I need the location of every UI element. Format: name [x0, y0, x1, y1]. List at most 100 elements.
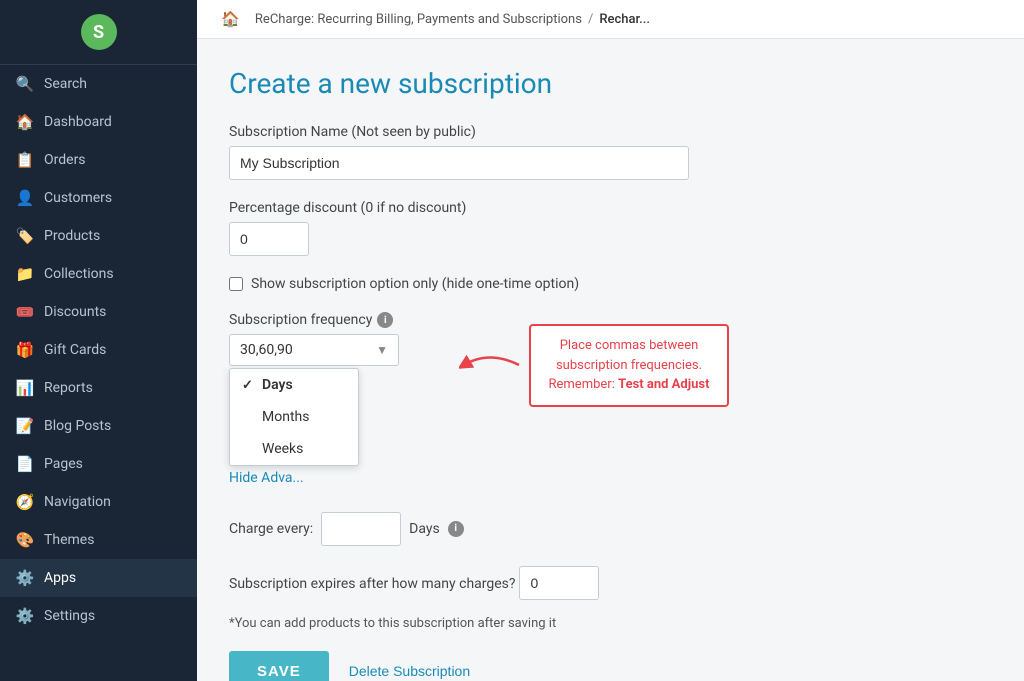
expire-section: Subscription expires after how many char…	[229, 566, 992, 600]
frequency-input-text: 30,60,90	[240, 342, 376, 358]
sidebar-logo: S	[0, 0, 197, 65]
frequency-section: Subscription frequency i 30,60,90 ▼ ✓ Da…	[229, 312, 992, 407]
reports-icon: 📊	[16, 379, 34, 397]
customers-icon: 👤	[16, 189, 34, 207]
charge-label: Charge every:	[229, 521, 313, 537]
breadcrumb: 🏠 ReCharge: Recurring Billing, Payments …	[197, 0, 1024, 39]
sidebar-item-apps[interactable]: ⚙️ Apps	[0, 559, 197, 597]
button-row: SAVE Delete Subscription	[229, 651, 992, 681]
dropdown-weeks-label: Weeks	[262, 441, 303, 457]
sidebar-item-collections[interactable]: 📁 Collections	[0, 255, 197, 293]
tooltip-text-2: Remember:	[549, 377, 615, 392]
pages-icon: 📄	[16, 455, 34, 473]
frequency-input-box[interactable]: 30,60,90 ▼	[229, 334, 399, 366]
sidebar-item-search[interactable]: 🔍 Search	[0, 65, 197, 103]
checkbox-row: Show subscription option only (hide one-…	[229, 276, 992, 292]
dropdown-months-label: Months	[262, 409, 309, 425]
products-label: Products	[44, 228, 100, 244]
reports-label: Reports	[44, 380, 93, 396]
breadcrumb-current: Rechar...	[599, 12, 650, 27]
search-label: Search	[44, 76, 87, 92]
orders-icon: 📋	[16, 151, 34, 169]
discount-group: Percentage discount (0 if no discount)	[229, 200, 992, 256]
subscription-name-label: Subscription Name (Not seen by public)	[229, 124, 992, 140]
collections-label: Collections	[44, 266, 114, 282]
note-text: *You can add products to this subscripti…	[229, 616, 992, 631]
checkmark-empty	[242, 410, 256, 425]
tooltip-wrapper: Place commas between subscription freque…	[429, 334, 729, 407]
products-icon: 🏷️	[16, 227, 34, 245]
collections-icon: 📁	[16, 265, 34, 283]
sidebar-item-pages[interactable]: 📄 Pages	[0, 445, 197, 483]
freq-info-icon: i	[377, 312, 393, 328]
breadcrumb-slash: /	[588, 12, 593, 27]
delete-subscription-button[interactable]: Delete Subscription	[349, 663, 470, 679]
subscription-name-group: Subscription Name (Not seen by public)	[229, 124, 992, 180]
sidebar-item-blog-posts[interactable]: 📝 Blog Posts	[0, 407, 197, 445]
page-title: Create a new subscription	[229, 67, 992, 100]
dropdown-item-months[interactable]: Months	[230, 401, 358, 433]
content-area: Create a new subscription Subscription N…	[197, 39, 1024, 681]
sidebar-item-orders[interactable]: 📋 Orders	[0, 141, 197, 179]
dropdown-item-days[interactable]: ✓ Days	[230, 369, 358, 401]
search-icon: 🔍	[16, 75, 34, 93]
navigation-label: Navigation	[44, 494, 111, 510]
sidebar-item-gift-cards[interactable]: 🎁 Gift Cards	[0, 331, 197, 369]
sidebar-item-discounts[interactable]: 🎟️ Discounts	[0, 293, 197, 331]
charge-input[interactable]	[321, 512, 401, 546]
sidebar-item-dashboard[interactable]: 🏠 Dashboard	[0, 103, 197, 141]
discounts-icon: 🎟️	[16, 303, 34, 321]
blog-posts-icon: 📝	[16, 417, 34, 435]
expire-input[interactable]	[519, 566, 599, 600]
dropdown-days-label: Days	[262, 377, 293, 393]
gift-cards-label: Gift Cards	[44, 342, 106, 358]
settings-icon: ⚙️	[16, 607, 34, 625]
sidebar: S 🔍 Search 🏠 Dashboard 📋 Orders 👤 Custom…	[0, 0, 197, 681]
discounts-label: Discounts	[44, 304, 106, 320]
logo-icon: S	[81, 14, 117, 50]
themes-label: Themes	[44, 532, 94, 548]
dropdown-item-weeks[interactable]: Weeks	[230, 433, 358, 465]
sidebar-item-customers[interactable]: 👤 Customers	[0, 179, 197, 217]
tooltip-box: Place commas between subscription freque…	[529, 324, 729, 407]
discount-input[interactable]	[229, 222, 309, 256]
frequency-row: 30,60,90 ▼ ✓ Days Months	[229, 334, 992, 407]
sidebar-item-navigation[interactable]: 🧭 Navigation	[0, 483, 197, 521]
pages-label: Pages	[44, 456, 83, 472]
themes-icon: 🎨	[16, 531, 34, 549]
dashboard-icon: 🏠	[16, 113, 34, 131]
dashboard-label: Dashboard	[44, 114, 112, 130]
sidebar-item-products[interactable]: 🏷️ Products	[0, 217, 197, 255]
breadcrumb-home-icon: 🏠	[221, 10, 240, 28]
sidebar-item-themes[interactable]: 🎨 Themes	[0, 521, 197, 559]
checkmark-empty2	[242, 442, 256, 457]
sidebar-item-settings[interactable]: ⚙️ Settings	[0, 597, 197, 635]
orders-label: Orders	[44, 152, 86, 168]
charge-unit: Days	[409, 521, 440, 537]
save-button[interactable]: SAVE	[229, 651, 329, 681]
settings-label: Settings	[44, 608, 95, 624]
charge-row: Charge every: Days i	[229, 512, 992, 546]
expire-label: Subscription expires after how many char…	[229, 576, 516, 592]
tooltip-bold: Test and Adjust	[618, 377, 709, 392]
blog-posts-label: Blog Posts	[44, 418, 111, 434]
customers-label: Customers	[44, 190, 112, 206]
discount-label: Percentage discount (0 if no discount)	[229, 200, 992, 216]
frequency-dropdown-menu: ✓ Days Months Weeks	[229, 368, 359, 466]
charge-info-icon: i	[448, 521, 464, 537]
checkmark-icon: ✓	[242, 378, 256, 393]
apps-icon: ⚙️	[16, 569, 34, 587]
checkbox-label: Show subscription option only (hide one-…	[251, 276, 579, 292]
apps-label: Apps	[44, 570, 76, 586]
breadcrumb-path: ReCharge: Recurring Billing, Payments an…	[255, 12, 582, 27]
hide-advanced-link[interactable]: Hide Adva...	[229, 470, 304, 486]
subscription-name-input[interactable]	[229, 146, 689, 180]
breadcrumb-separator	[246, 12, 249, 27]
main-area: 🏠 ReCharge: Recurring Billing, Payments …	[197, 0, 1024, 681]
arrow-svg	[459, 345, 529, 385]
tooltip-text-1: Place commas between subscription freque…	[556, 338, 702, 373]
dropdown-arrow-icon: ▼	[376, 343, 388, 357]
show-subscription-checkbox[interactable]	[229, 277, 243, 291]
sidebar-item-reports[interactable]: 📊 Reports	[0, 369, 197, 407]
gift-cards-icon: 🎁	[16, 341, 34, 359]
